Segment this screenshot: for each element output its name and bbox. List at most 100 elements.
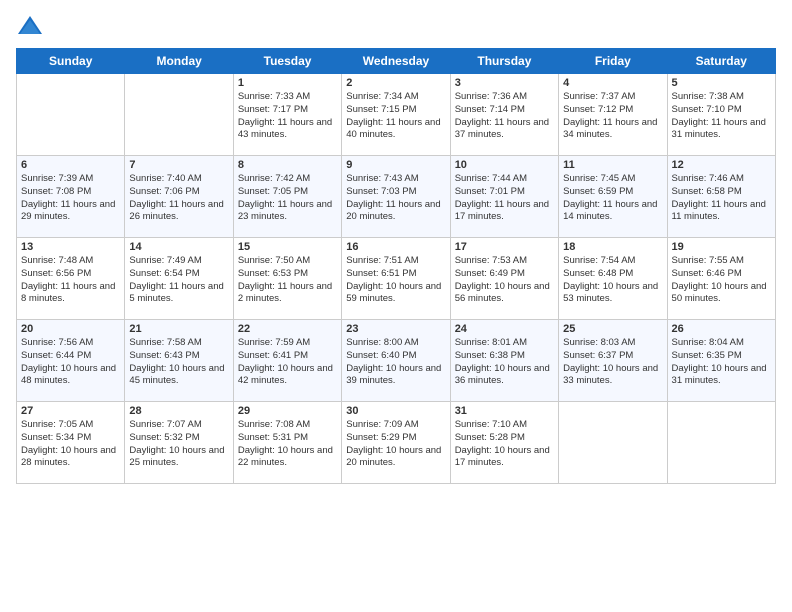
sunset: Sunset: 6:46 PM: [672, 268, 742, 279]
week-row-3: 13Sunrise: 7:48 AMSunset: 6:56 PMDayligh…: [17, 238, 776, 320]
sunrise: Sunrise: 7:08 AM: [238, 419, 310, 430]
day-number: 7: [129, 159, 228, 171]
cell-info: Sunrise: 7:55 AM Sunset: 6:46 PM Daylight:…: [672, 255, 771, 306]
day-number: 6: [21, 159, 120, 171]
daylight: Daylight: 11 hours and 43 minutes.: [238, 117, 332, 141]
sunset: Sunset: 6:40 PM: [346, 350, 416, 361]
calendar-cell: 18 Sunrise: 7:54 AMSunset: 6:48 PMDayligh…: [559, 238, 667, 320]
cell-info: Sunrise: 7:34 AMSunset: 7:15 PMDaylight:…: [346, 91, 445, 142]
calendar-cell: [559, 402, 667, 484]
daylight: Daylight: 11 hours and 34 minutes.: [563, 117, 657, 141]
daylight: Daylight: 11 hours and 31 minutes.: [672, 117, 766, 141]
calendar-cell: 23Sunrise: 8:00 AMSunset: 6:40 PMDayligh…: [342, 320, 450, 402]
cell-info: Sunrise: 8:04 AMSunset: 6:35 PMDaylight:…: [672, 337, 771, 388]
calendar-cell: 6 Sunrise: 7:39 AM Sunset: 7:08 PM Daylight…: [17, 156, 125, 238]
sunrise: Sunrise: 7:37 AM: [563, 91, 635, 102]
cell-info: Sunrise: 8:01 AMSunset: 6:38 PMDaylight:…: [455, 337, 554, 388]
day-number: 18: [563, 241, 662, 253]
sunset: Sunset: 5:32 PM: [129, 432, 199, 443]
sunrise: Sunrise: 7:07 AM: [129, 419, 201, 430]
daylight: Daylight: 11 hours and 29 minutes.: [21, 199, 115, 223]
day-number: 29: [238, 405, 337, 417]
calendar-cell: 7Sunrise: 7:40 AMSunset: 7:06 PMDaylight…: [125, 156, 233, 238]
sunset: Sunset: 5:28 PM: [455, 432, 525, 443]
daylight: Daylight: 10 hours and 25 minutes.: [129, 445, 224, 469]
sunset: Sunset: 6:58 PM: [672, 186, 742, 197]
sunset: Sunset: 7:05 PM: [238, 186, 308, 197]
day-number: 31: [455, 405, 554, 417]
calendar-cell: 20 Sunrise: 7:56 AMSunset: 6:44 PMDayligh…: [17, 320, 125, 402]
sunset: Sunset: 7:08 PM: [21, 186, 91, 197]
daylight: Daylight: 11 hours and 37 minutes.: [455, 117, 549, 141]
day-number: 3: [455, 77, 554, 89]
sunrise: Sunrise: 8:04 AM: [672, 337, 744, 348]
calendar-cell: [125, 74, 233, 156]
sunrise: Sunrise: 7:43 AM: [346, 173, 418, 184]
cell-info: Sunrise: 7:10 AMSunset: 5:28 PMDaylight:…: [455, 419, 554, 470]
day-number: 20: [21, 323, 120, 335]
cell-info: Sunrise: 7:36 AMSunset: 7:14 PMDaylight:…: [455, 91, 554, 142]
calendar-cell: 19Sunrise: 7:55 AMSunset: 6:46 PMDayligh…: [667, 238, 775, 320]
calendar-cell: 12Sunrise: 7:46 AMSunset: 6:58 PMDayligh…: [667, 156, 775, 238]
sunrise: Sunrise: 7:58 AM: [129, 337, 201, 348]
calendar-cell: 8Sunrise: 7:42 AMSunset: 7:05 PMDaylight…: [233, 156, 341, 238]
sunrise: Sunrise: 7:55 AM: [672, 255, 744, 266]
day-number: 22: [238, 323, 337, 335]
day-number: 11: [563, 159, 662, 171]
sunrise: Sunrise: 7:39 AM: [21, 173, 93, 184]
header-row: SundayMondayTuesdayWednesdayThursdayFrid…: [17, 49, 776, 74]
calendar-page: SundayMondayTuesdayWednesdayThursdayFrid…: [0, 0, 792, 612]
daylight: Daylight: 11 hours and 17 minutes.: [455, 199, 549, 223]
daylight: Daylight: 11 hours and 40 minutes.: [346, 117, 440, 141]
sunrise: Sunrise: 7:44 AM: [455, 173, 527, 184]
day-number: 28: [129, 405, 228, 417]
daylight: Daylight: 10 hours and 39 minutes.: [346, 363, 441, 387]
sunset: Sunset: 6:38 PM: [455, 350, 525, 361]
calendar-cell: 27Sunrise: 7:05 AMSunset: 5:34 PMDayligh…: [17, 402, 125, 484]
day-number: 13: [21, 241, 120, 253]
day-number: 16: [346, 241, 445, 253]
day-number: 1: [238, 77, 337, 89]
calendar-cell: [17, 74, 125, 156]
sunrise: Sunrise: 7:40 AM: [129, 173, 201, 184]
day-header-thursday: Thursday: [450, 49, 558, 74]
sunset: Sunset: 7:01 PM: [455, 186, 525, 197]
cell-info: Sunrise: 7:43 AMSunset: 7:03 PMDaylight:…: [346, 173, 445, 224]
day-number: 10: [455, 159, 554, 171]
sunrise: Sunrise: 7:05 AM: [21, 419, 93, 430]
day-header-saturday: Saturday: [667, 49, 775, 74]
cell-info: Sunrise: 7:56 AMSunset: 6:44 PMDaylight:…: [21, 337, 120, 388]
sunset: Sunset: 6:53 PM: [238, 268, 308, 279]
cell-info: Sunrise: 7:05 AMSunset: 5:34 PMDaylight:…: [21, 419, 120, 470]
calendar-cell: 13Sunrise: 7:48 AMSunset: 6:56 PMDayligh…: [17, 238, 125, 320]
sunrise: Sunrise: 7:46 AM: [672, 173, 744, 184]
calendar-cell: 31 Sunrise: 7:10 AMSunset: 5:28 PMDayligh…: [450, 402, 558, 484]
page-header: [16, 12, 776, 40]
daylight: Daylight: 11 hours and 5 minutes.: [129, 281, 223, 305]
day-number: 2: [346, 77, 445, 89]
calendar-cell: 4 Sunrise: 7:37 AMSunset: 7:12 PMDaylight…: [559, 74, 667, 156]
daylight: Daylight: 10 hours and 56 minutes.: [455, 281, 550, 305]
daylight: Daylight: 11 hours and 8 minutes.: [21, 281, 115, 305]
daylight: Daylight: 10 hours and 31 minutes.: [672, 363, 767, 387]
sunrise: Sunrise: 7:36 AM: [455, 91, 527, 102]
calendar-cell: 2 Sunrise: 7:34 AMSunset: 7:15 PMDaylight…: [342, 74, 450, 156]
calendar-cell: 17Sunrise: 7:53 AMSunset: 6:49 PMDayligh…: [450, 238, 558, 320]
sunrise: Sunrise: 7:09 AM: [346, 419, 418, 430]
daylight: Daylight: 10 hours and 50 minutes.: [672, 281, 767, 305]
day-number: 4: [563, 77, 662, 89]
cell-info: Sunrise: 7:54 AMSunset: 6:48 PMDaylight:…: [563, 255, 662, 306]
sunset: Sunset: 6:56 PM: [21, 268, 91, 279]
calendar-cell: 15Sunrise: 7:50 AMSunset: 6:53 PMDayligh…: [233, 238, 341, 320]
calendar-cell: 14Sunrise: 7:49 AMSunset: 6:54 PMDayligh…: [125, 238, 233, 320]
cell-info: Sunrise: 7:50 AMSunset: 6:53 PMDaylight:…: [238, 255, 337, 306]
daylight: Daylight: 11 hours and 26 minutes.: [129, 199, 223, 223]
day-header-wednesday: Wednesday: [342, 49, 450, 74]
sunrise: Sunrise: 7:59 AM: [238, 337, 310, 348]
daylight: Daylight: 10 hours and 45 minutes.: [129, 363, 224, 387]
cell-info: Sunrise: 7:37 AMSunset: 7:12 PMDaylight:…: [563, 91, 662, 142]
cell-info: Sunrise: 7:42 AMSunset: 7:05 PMDaylight:…: [238, 173, 337, 224]
daylight: Daylight: 10 hours and 17 minutes.: [455, 445, 550, 469]
cell-info: Sunrise: 8:03 AMSunset: 6:37 PMDaylight:…: [563, 337, 662, 388]
cell-info: Sunrise: 7:45 AMSunset: 6:59 PMDaylight:…: [563, 173, 662, 224]
